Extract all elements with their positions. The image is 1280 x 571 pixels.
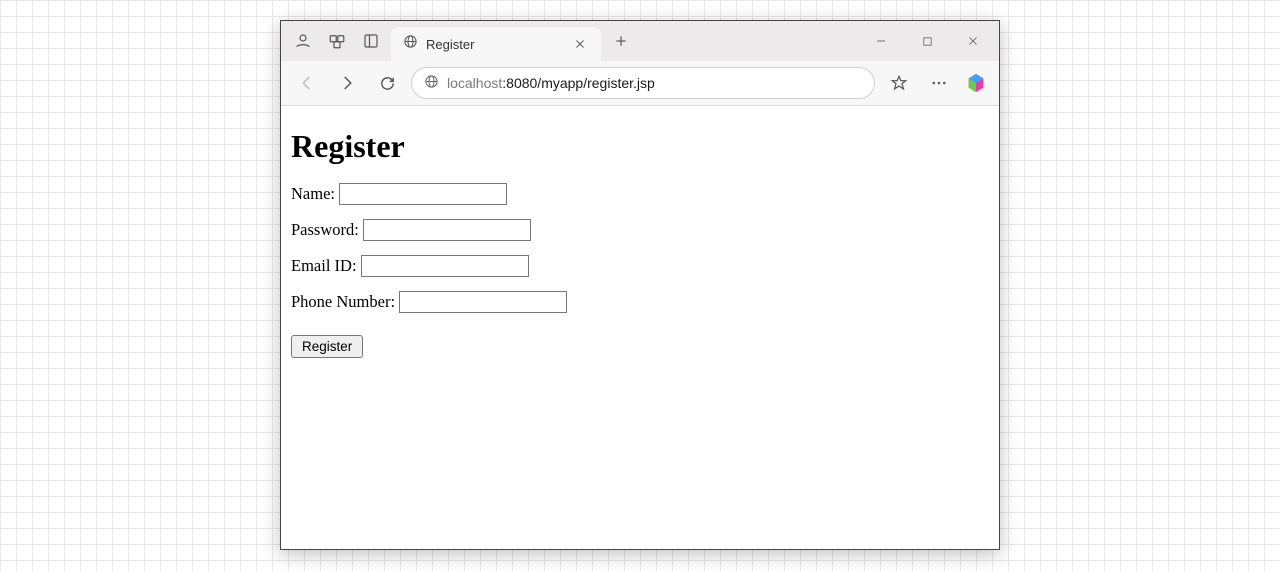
register-button[interactable]: Register: [291, 335, 363, 358]
browser-tab[interactable]: Register: [391, 27, 601, 61]
password-row: Password:: [291, 219, 989, 241]
name-label: Name:: [291, 184, 335, 204]
browser-window: Register: [280, 20, 1000, 550]
tab-actions-icon[interactable]: [357, 27, 385, 55]
copilot-icon[interactable]: [963, 70, 989, 96]
page-heading: Register: [291, 128, 989, 165]
minimize-button[interactable]: [859, 25, 903, 57]
back-button[interactable]: [291, 67, 323, 99]
reload-button[interactable]: [371, 67, 403, 99]
close-window-button[interactable]: [951, 25, 995, 57]
email-input[interactable]: [361, 255, 529, 277]
new-tab-button[interactable]: [607, 27, 635, 55]
profile-icon[interactable]: [289, 27, 317, 55]
toolbar: localhost:8080/myapp/register.jsp: [281, 61, 999, 105]
page-content: Register Name: Password: Email ID: Phone…: [281, 105, 999, 549]
workspaces-icon[interactable]: [323, 27, 351, 55]
site-icon: [403, 34, 418, 54]
address-bar[interactable]: localhost:8080/myapp/register.jsp: [411, 67, 875, 99]
url-path: :8080/myapp/register.jsp: [502, 75, 655, 91]
favorites-button[interactable]: [883, 67, 915, 99]
password-input[interactable]: [363, 219, 531, 241]
forward-button[interactable]: [331, 67, 363, 99]
more-button[interactable]: [923, 67, 955, 99]
name-input[interactable]: [339, 183, 507, 205]
tab-title: Register: [426, 37, 563, 52]
url-host: localhost: [447, 75, 502, 91]
url-text: localhost:8080/myapp/register.jsp: [447, 75, 655, 91]
close-tab-icon[interactable]: [571, 35, 589, 53]
password-label: Password:: [291, 220, 359, 240]
window-controls: [859, 25, 995, 57]
maximize-button[interactable]: [905, 25, 949, 57]
email-row: Email ID:: [291, 255, 989, 277]
email-label: Email ID:: [291, 256, 357, 276]
phone-input[interactable]: [399, 291, 567, 313]
titlebar: Register: [281, 21, 999, 61]
phone-label: Phone Number:: [291, 292, 395, 312]
name-row: Name:: [291, 183, 989, 205]
globe-icon: [424, 74, 439, 92]
phone-row: Phone Number:: [291, 291, 989, 313]
